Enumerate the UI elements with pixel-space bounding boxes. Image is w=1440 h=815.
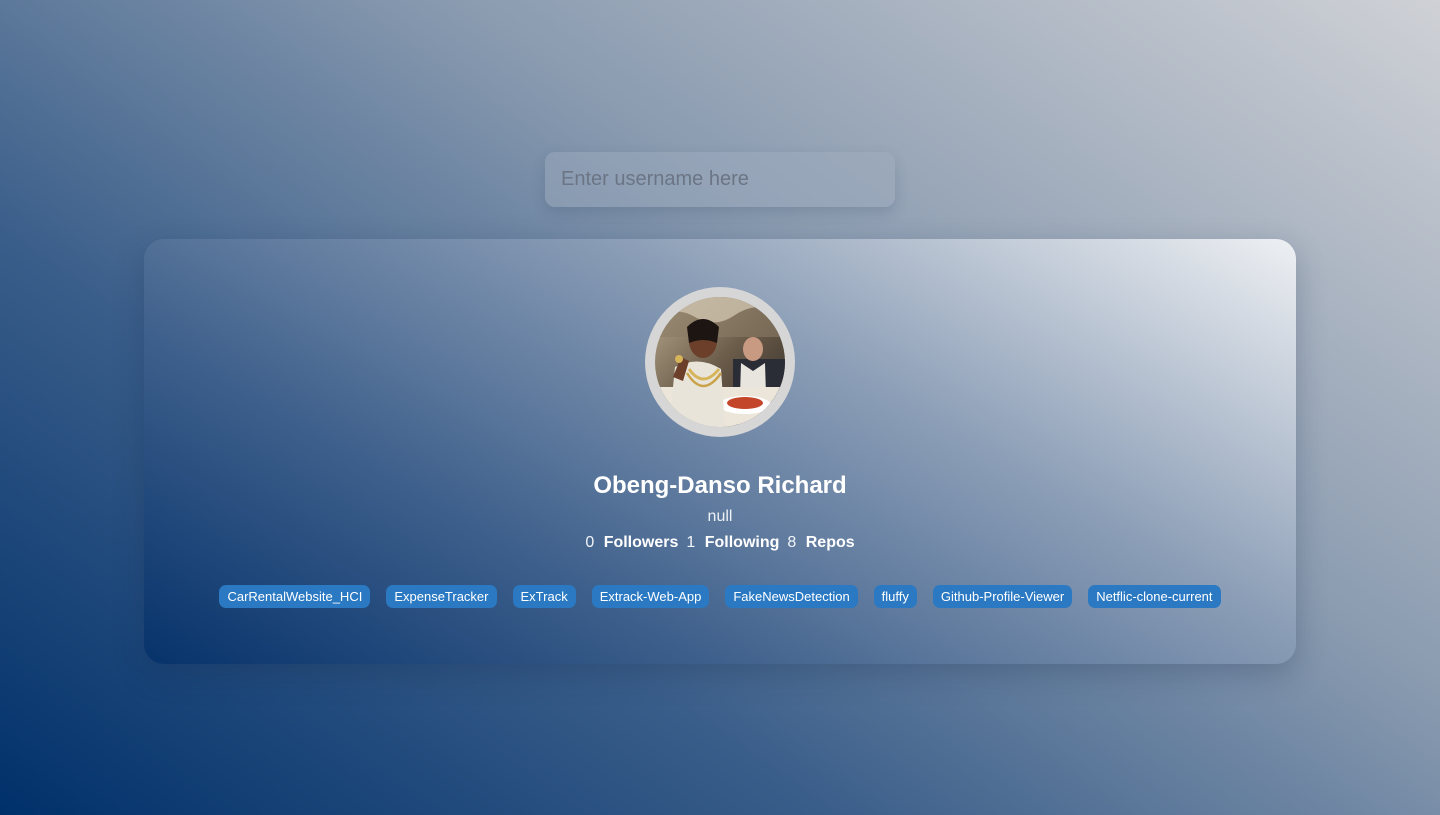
repos-stat: 8 Repos (787, 534, 854, 552)
user-avatar (655, 297, 785, 427)
repo-link[interactable]: Github-Profile-Viewer (932, 585, 1073, 608)
repo-link[interactable]: Extrack-Web-App (591, 585, 710, 608)
profile-bio: null (707, 508, 733, 525)
following-count: 1 (686, 534, 696, 551)
following-label: Following (704, 534, 780, 551)
repo-link[interactable]: CarRentalWebsite_HCI (219, 585, 371, 608)
repo-link[interactable]: ExTrack (512, 585, 576, 608)
repo-link[interactable]: fluffy (873, 585, 917, 608)
repo-link[interactable]: ExpenseTracker (386, 585, 497, 608)
followers-label: Followers (603, 534, 679, 551)
repos-count: 8 (787, 534, 797, 551)
user-profile-card: Obeng-Danso Richard null 0 Followers 1 F… (144, 239, 1296, 664)
repos-label: Repos (805, 534, 855, 551)
repo-link[interactable]: FakeNewsDetection (725, 585, 858, 608)
followers-stat: 0 Followers (585, 534, 678, 552)
username-search-input[interactable] (545, 152, 895, 207)
repo-link[interactable]: Netflic-clone-current (1088, 585, 1221, 608)
repo-list: CarRentalWebsite_HCI ExpenseTracker ExTr… (144, 585, 1296, 608)
search-form (545, 152, 895, 207)
following-stat: 1 Following (686, 534, 779, 552)
profile-name: Obeng-Danso Richard (593, 472, 847, 499)
profile-stats: 0 Followers 1 Following 8 Repos (144, 534, 1296, 552)
followers-count: 0 (585, 534, 595, 551)
avatar-frame (645, 287, 795, 437)
